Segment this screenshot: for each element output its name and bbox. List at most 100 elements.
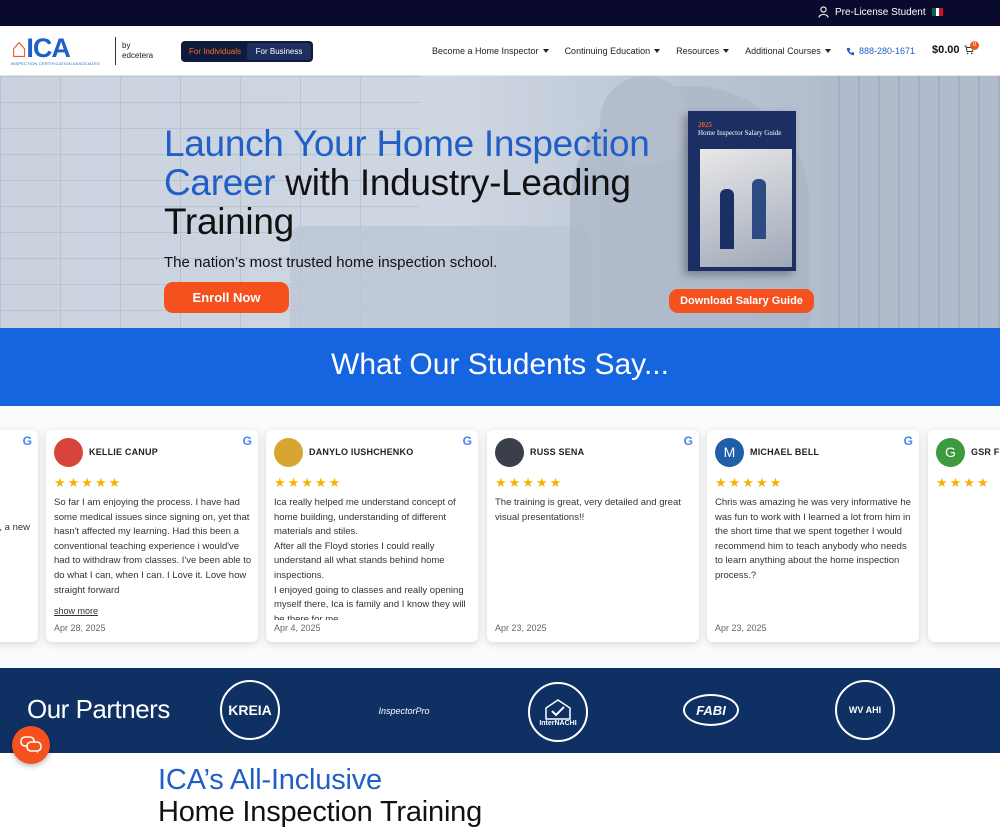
book-title: 2025 Home Inspector Salary Guide <box>698 121 781 137</box>
review-card: G M MICHAEL BELL ★★★★★ Chris was amazing… <box>707 430 919 642</box>
kreia-label: KREIA <box>228 702 272 718</box>
review-date: Apr 23, 2025 <box>495 623 547 633</box>
nav-item-continuing-education[interactable]: Continuing Education <box>565 46 661 56</box>
flag-stripe <box>939 8 944 16</box>
review-text: So far I am enjoying the process. I have… <box>54 497 252 596</box>
download-salary-guide-button[interactable]: Download Salary Guide <box>669 289 814 313</box>
phone-number: 888-280-1671 <box>859 46 916 56</box>
cart-button[interactable]: $0.00 <box>932 44 974 56</box>
main-navigation: ⌂ICA INSPECTION CERTIFICATION ASSOCIATES… <box>0 26 1000 76</box>
user-icon <box>818 6 829 18</box>
audience-toggle: For Individuals For Business <box>181 41 313 62</box>
checkmark-house-icon <box>545 698 571 720</box>
reviews-carousel: G native, a new G KELLIE CANUP ★★★★★ So … <box>0 406 1000 668</box>
wvahi-logo[interactable]: WV AHI <box>835 680 895 740</box>
hero-tagline: The nation’s most trusted home inspectio… <box>164 254 498 271</box>
enroll-now-button[interactable]: Enroll Now <box>164 282 289 313</box>
review-card: G RUSS SENA ★★★★★ The training is great,… <box>487 430 699 642</box>
avatar: G <box>936 438 965 467</box>
chevron-down-icon <box>824 49 831 53</box>
review-text: Chris was amazing he was very informativ… <box>715 497 911 581</box>
chevron-down-icon <box>542 49 549 53</box>
book-figure <box>752 179 766 239</box>
edcetera-brand: by edcetera <box>122 41 153 61</box>
reviewer-name: DANYLO IUSHCHENKO <box>309 447 414 457</box>
review-date: Apr 4, 2025 <box>274 623 321 633</box>
hero-banner: Launch Your Home Inspection Career with … <box>0 76 1000 328</box>
star-rating: ★★★★★ <box>274 475 343 490</box>
show-more-link[interactable]: show more <box>54 606 99 616</box>
logo-divider <box>115 37 116 65</box>
avatar <box>274 438 303 467</box>
by-label: by <box>122 41 131 50</box>
cart-total: $0.00 <box>932 44 960 56</box>
account-link[interactable]: Pre-License Student <box>818 6 926 18</box>
nav-item-additional-courses[interactable]: Additional Courses <box>745 46 831 56</box>
book-figure <box>720 189 734 249</box>
training-heading-line2: Home Inspection Training <box>158 796 483 828</box>
ac-unit-image <box>290 226 590 328</box>
book-cover-photo <box>700 149 792 267</box>
avatar: M <box>715 438 744 467</box>
book-title-text: Home Inspector Salary Guide <box>698 129 782 137</box>
google-icon: G <box>462 434 472 448</box>
internachi-logo[interactable]: InterNACHI <box>528 682 588 742</box>
review-text: The training is great, very detailed and… <box>495 497 681 523</box>
nav-item-label: Resources <box>676 46 720 56</box>
reviewer-name: RUSS SENA <box>530 447 585 457</box>
fabi-label: FABI <box>696 702 726 718</box>
avatar <box>54 438 83 467</box>
for-business-tab[interactable]: For Business <box>247 43 311 60</box>
star-rating: ★★★★★ <box>495 475 564 490</box>
review-date: Apr 28, 2025 <box>54 623 106 633</box>
chevron-down-icon <box>723 49 730 53</box>
chat-button[interactable] <box>12 726 50 764</box>
reviewer-name: KELLIE CANUP <box>89 447 158 457</box>
account-label: Pre-License Student <box>835 6 926 18</box>
siding-background <box>820 76 1000 328</box>
training-section-heading: ICA’s All-Inclusive Home Inspection Trai… <box>158 764 482 828</box>
partners-section: Our Partners KREIA InspectorPro InterNAC… <box>0 668 1000 753</box>
google-icon: G <box>22 434 32 448</box>
internachi-label: InterNACHI <box>539 719 577 727</box>
google-icon: G <box>683 434 693 448</box>
chat-icon <box>20 736 42 754</box>
edcetera-label: edcetera <box>122 51 154 60</box>
avatar <box>495 438 524 467</box>
book-year: 2025 <box>698 121 712 129</box>
training-heading-line1: ICA’s All-Inclusive <box>158 764 382 796</box>
inspectorpro-label: InspectorPro <box>378 706 430 716</box>
reviewer-name: MICHAEL BELL <box>750 447 820 457</box>
testimonials-heading: What Our Students Say... <box>0 328 1000 406</box>
review-card-partial-right: G GSR FI ★★★★ <box>928 430 1000 642</box>
google-icon: G <box>903 434 913 448</box>
star-rating: ★★★★★ <box>715 475 784 490</box>
logo-subtext: INSPECTION CERTIFICATION ASSOCIATES <box>11 61 101 66</box>
logo-house-icon: ⌂ <box>11 33 27 63</box>
language-flag-icon[interactable] <box>932 8 944 16</box>
reviewer-name: GSR FI <box>971 447 1000 457</box>
fabi-logo[interactable]: FABI <box>683 694 739 726</box>
hero-headline: Launch Your Home Inspection Career with … <box>164 124 664 241</box>
review-card: G DANYLO IUSHCHENKO ★★★★★ Ica really hel… <box>266 430 478 642</box>
top-utility-bar: Pre-License Student <box>0 0 1000 26</box>
logo-wordmark: ⌂ICA <box>11 33 71 63</box>
review-text: native, a new <box>0 522 30 533</box>
review-text: Ica really helped me understand concept … <box>274 497 466 620</box>
phone-link[interactable]: 888-280-1671 <box>846 46 915 56</box>
nav-item-label: Continuing Education <box>564 46 651 56</box>
nav-item-label: Additional Courses <box>745 46 821 56</box>
salary-guide-book-image: 2025 Home Inspector Salary Guide <box>688 111 796 271</box>
google-icon: G <box>242 434 252 448</box>
nav-menu: Become a Home Inspector Continuing Educa… <box>432 46 831 56</box>
logo-text: ICA <box>26 33 70 63</box>
star-rating: ★★★★★ <box>54 475 123 490</box>
nav-item-resources[interactable]: Resources <box>676 46 730 56</box>
inspectorpro-logo[interactable]: InspectorPro <box>372 696 436 726</box>
phone-icon <box>846 47 855 55</box>
ica-logo[interactable]: ⌂ICA INSPECTION CERTIFICATION ASSOCIATES… <box>11 35 161 67</box>
kreia-logo[interactable]: KREIA <box>220 680 280 740</box>
for-individuals-tab[interactable]: For Individuals <box>183 43 247 60</box>
review-card-partial: G native, a new <box>0 430 38 642</box>
nav-item-become-inspector[interactable]: Become a Home Inspector <box>432 46 549 56</box>
